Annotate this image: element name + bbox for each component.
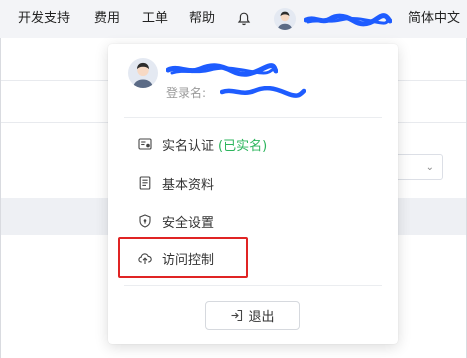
access-control-highlight-box: [118, 237, 248, 278]
menu-item-label: 基本资料: [162, 177, 215, 193]
menu-item-label: 安全设置: [162, 215, 215, 231]
id-card-icon: [138, 138, 152, 150]
bell-icon[interactable]: [236, 11, 252, 27]
chevron-down-icon: ⌄: [425, 162, 434, 173]
menu-item-label: 实名认证: [162, 138, 215, 154]
logout-icon: [231, 309, 243, 322]
divider: [124, 285, 382, 286]
user-avatar-large-icon: [128, 58, 158, 88]
top-nav-bar: 开发支持 费用 工单 帮助 简体中文: [0, 0, 467, 39]
user-avatar-icon[interactable]: [274, 8, 296, 30]
shield-icon: [139, 214, 151, 228]
logout-label: 退出: [248, 310, 275, 325]
menu-item-security-settings[interactable]: 安全设置: [138, 211, 214, 231]
redacted-login-name: [220, 86, 306, 98]
language-switch[interactable]: 简体中文: [408, 10, 460, 28]
document-icon: [139, 176, 151, 190]
nav-tickets[interactable]: 工单: [142, 10, 168, 28]
verified-status-badge: (已实名): [218, 138, 268, 154]
logout-button[interactable]: 退出: [205, 301, 300, 330]
filter-select[interactable]: ⌄: [393, 154, 443, 180]
nav-dev-support[interactable]: 开发支持: [18, 10, 70, 28]
redacted-display-name: [166, 63, 278, 77]
redacted-username[interactable]: [304, 13, 392, 27]
nav-billing[interactable]: 费用: [94, 10, 120, 28]
divider: [124, 117, 382, 118]
account-dropdown: 登录名: 实名认证 (已实名) 基本资料 安全设置 访问控制 退出: [108, 44, 398, 344]
menu-item-real-name-auth[interactable]: 实名认证 (已实名): [138, 134, 267, 154]
login-name-label: 登录名:: [166, 86, 207, 100]
nav-help[interactable]: 帮助: [189, 10, 215, 28]
menu-item-basic-info[interactable]: 基本资料: [138, 173, 214, 193]
